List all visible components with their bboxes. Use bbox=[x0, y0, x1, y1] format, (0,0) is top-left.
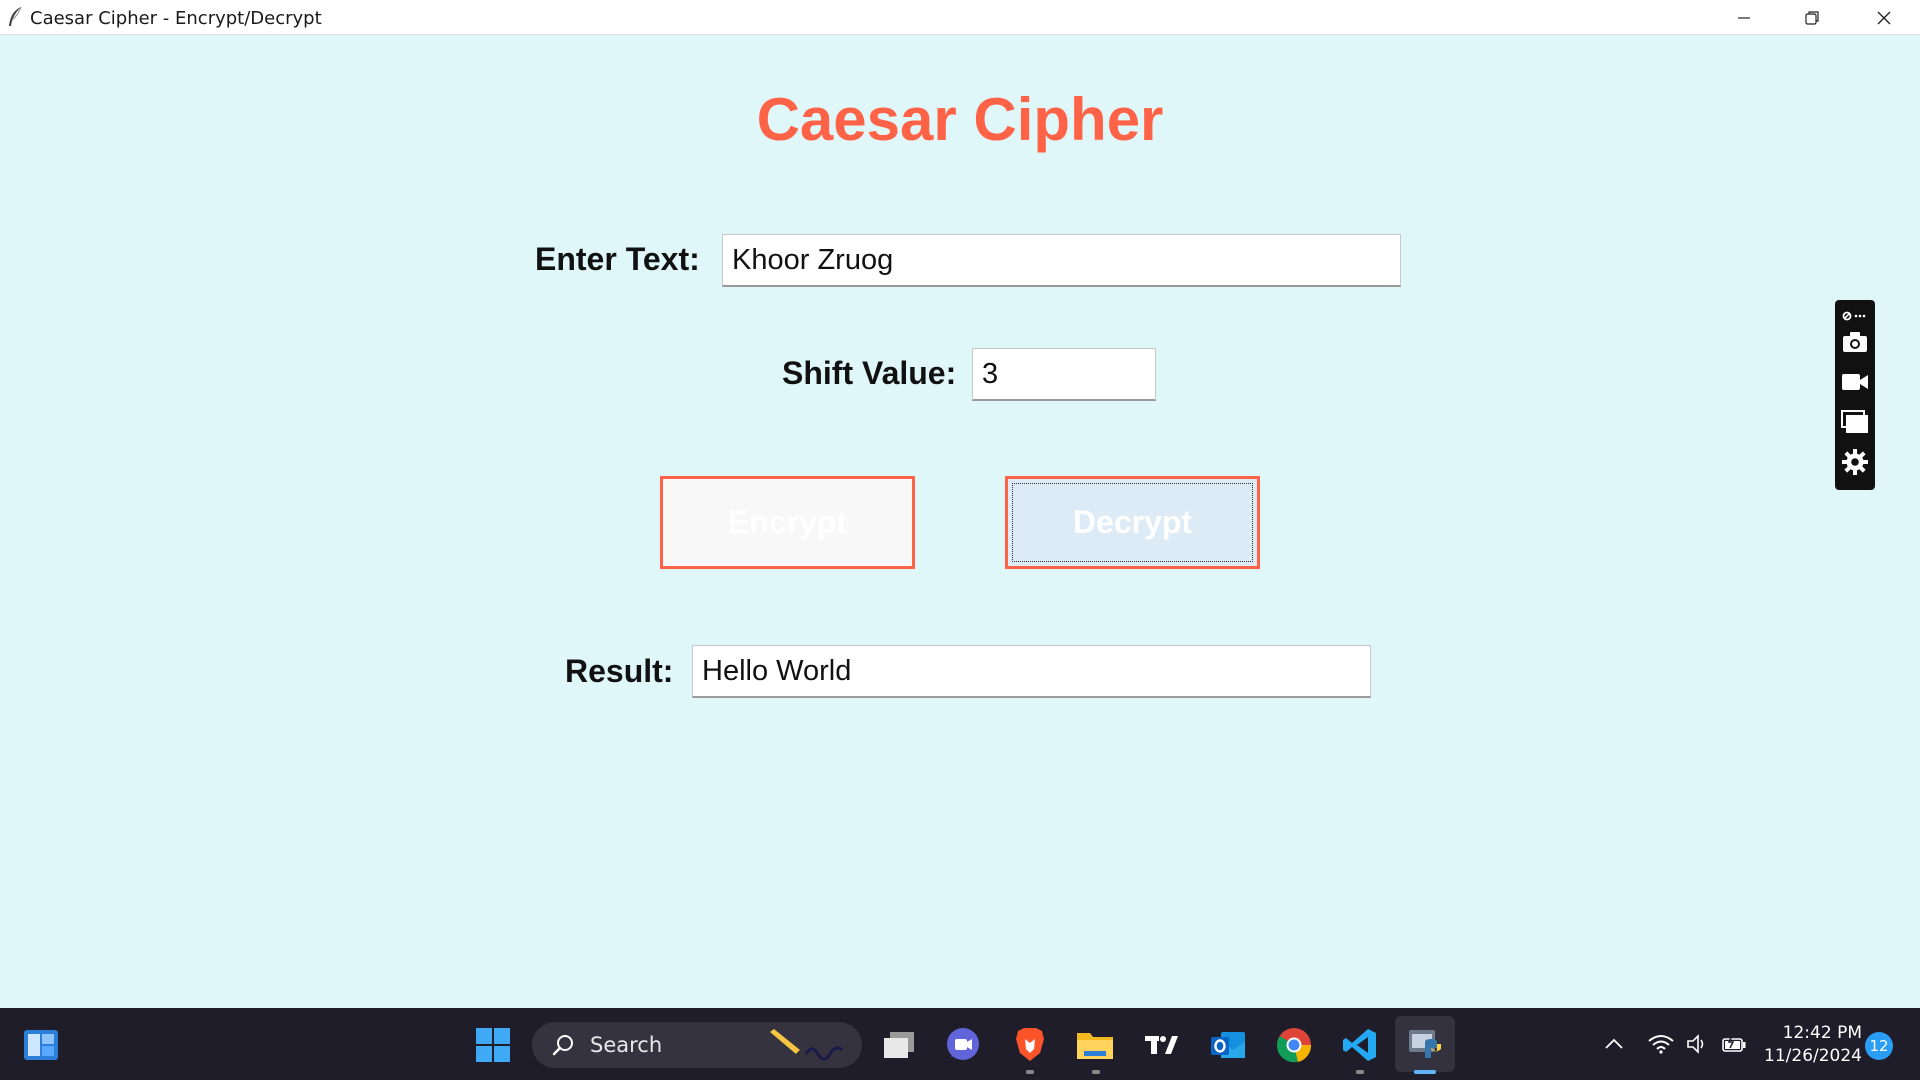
pin-more-icon[interactable] bbox=[1841, 302, 1869, 330]
running-indicator bbox=[1026, 1070, 1034, 1074]
notification-badge[interactable]: 12 bbox=[1865, 1032, 1893, 1060]
brave-browser-icon[interactable] bbox=[1011, 1026, 1049, 1064]
chat-icon[interactable] bbox=[944, 1026, 982, 1064]
camera-icon[interactable] bbox=[1841, 328, 1869, 356]
gear-icon[interactable] bbox=[1841, 448, 1869, 476]
capture-toolbar bbox=[1835, 300, 1875, 490]
volume-icon[interactable] bbox=[1682, 1008, 1714, 1080]
video-camera-icon[interactable] bbox=[1841, 368, 1869, 396]
restore-button[interactable] bbox=[1778, 0, 1846, 35]
window-titlebar: Caesar Cipher - Encrypt/Decrypt bbox=[0, 0, 1920, 35]
minimize-button[interactable] bbox=[1710, 0, 1778, 35]
search-label: Search bbox=[590, 1033, 663, 1057]
widgets-icon[interactable] bbox=[22, 1026, 60, 1064]
tradingview-icon[interactable] bbox=[1143, 1026, 1181, 1064]
close-icon bbox=[1877, 11, 1891, 24]
file-explorer-icon[interactable] bbox=[1076, 1026, 1114, 1064]
running-indicator bbox=[1092, 1070, 1100, 1074]
shift-value-label: Shift Value: bbox=[782, 355, 957, 391]
result-label: Result: bbox=[565, 653, 674, 689]
search-icon bbox=[552, 1035, 573, 1056]
running-indicator bbox=[1356, 1070, 1364, 1074]
window-title: Caesar Cipher - Encrypt/Decrypt bbox=[30, 8, 322, 29]
encrypt-label: Encrypt bbox=[727, 504, 848, 540]
task-view-icon[interactable] bbox=[880, 1026, 918, 1064]
battery-icon[interactable] bbox=[1718, 1008, 1750, 1080]
active-indicator bbox=[1414, 1070, 1436, 1074]
system-clock[interactable]: 12:42 PM 11/26/2024 bbox=[1752, 1022, 1862, 1068]
taskbar: Search 12:42 PM 11/26/2024 12 bbox=[0, 1008, 1920, 1080]
start-icon[interactable] bbox=[474, 1026, 512, 1064]
clock-time: 12:42 PM bbox=[1782, 1023, 1862, 1043]
encrypt-button[interactable]: Encrypt bbox=[660, 476, 915, 569]
text-input[interactable]: Khoor Zruog bbox=[722, 234, 1401, 287]
taskbar-search[interactable]: Search bbox=[532, 1022, 862, 1068]
enter-text-label: Enter Text: bbox=[535, 241, 700, 277]
minimize-icon bbox=[1738, 16, 1750, 19]
python-app-icon[interactable] bbox=[1395, 1016, 1455, 1072]
app-heading: Caesar Cipher bbox=[756, 86, 1164, 153]
pencil-doodle-icon bbox=[770, 1029, 844, 1061]
feather-icon bbox=[9, 6, 22, 26]
app-window: Caesar Cipher Enter Text: Khoor Zruog Sh… bbox=[0, 35, 1920, 1008]
window-capture-icon[interactable] bbox=[1841, 408, 1869, 436]
restore-icon bbox=[1805, 10, 1819, 25]
chrome-icon[interactable] bbox=[1275, 1026, 1313, 1064]
vs-code-icon[interactable] bbox=[1341, 1026, 1379, 1064]
clock-date: 11/26/2024 bbox=[1764, 1046, 1862, 1066]
wifi-icon[interactable] bbox=[1645, 1008, 1677, 1080]
close-button[interactable] bbox=[1850, 0, 1918, 35]
chevron-up-icon[interactable] bbox=[1600, 1008, 1628, 1080]
decrypt-button[interactable]: Decrypt bbox=[1005, 476, 1260, 569]
result-field[interactable]: Hello World bbox=[692, 645, 1371, 698]
shift-input[interactable]: 3 bbox=[972, 348, 1156, 401]
focus-ring bbox=[1012, 483, 1253, 562]
outlook-icon[interactable] bbox=[1209, 1026, 1247, 1064]
